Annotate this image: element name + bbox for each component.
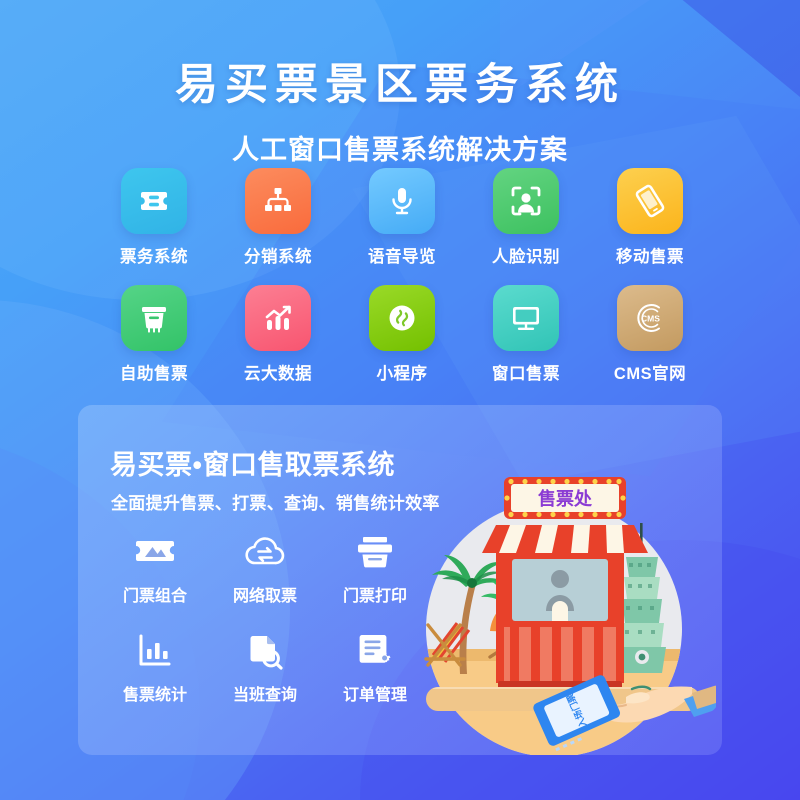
feature-item-window-ticketing[interactable]: 窗口售票: [464, 285, 588, 384]
card-item-sales-statistics[interactable]: 售票统计: [100, 628, 210, 705]
kiosk-icon-tile[interactable]: [121, 285, 187, 351]
page-subtitle: 人工窗口售票系统解决方案: [232, 135, 568, 165]
page-title: 易买票景区票务系统: [175, 61, 625, 109]
cms-logo-icon: CMS: [637, 304, 660, 332]
feature-item-distribution-system[interactable]: 分销系统: [216, 168, 340, 267]
kiosk-icon: [142, 307, 166, 333]
mini-program-icon-tile[interactable]: [369, 285, 435, 351]
feature-label: CMS官网: [613, 365, 687, 383]
monitor-icon: [513, 307, 539, 330]
card-item-online-pickup[interactable]: 网络取票: [210, 529, 320, 606]
feature-label: 云大数据: [244, 365, 312, 383]
ticket-booth-illustration: 售票处 入场门票: [424, 477, 716, 755]
bar-chart-icon-wrap: [100, 628, 210, 674]
bar-chart-up-icon: [265, 305, 291, 330]
mini-program-icon: [389, 305, 415, 331]
card-feature-grid: 门票组合 网络取票 门票打印 售票统计 当班查询 订单管理: [100, 529, 430, 705]
feature-item-ticket-system[interactable]: 票务系统: [92, 168, 216, 267]
cloud-exchange-icon: [245, 537, 285, 565]
card-item-shift-query[interactable]: 当班查询: [210, 628, 320, 705]
card-item-label: 当班查询: [232, 687, 297, 704]
feature-item-mobile-ticketing[interactable]: 移动售票: [588, 168, 712, 267]
feature-label: 移动售票: [616, 248, 684, 266]
microphone-icon: [392, 188, 412, 215]
feature-label: 分销系统: [244, 248, 312, 266]
svg-text:CMS: CMS: [641, 313, 660, 323]
card-item-label: 售票统计: [122, 687, 187, 704]
cloud-exchange-icon-wrap: [210, 529, 320, 575]
feature-label: 小程序: [376, 365, 428, 383]
bar-chart-icon: [139, 634, 171, 666]
org-chart-icon: [265, 188, 291, 211]
bar-chart-up-icon-tile[interactable]: [245, 285, 311, 351]
card-item-ticket-combo[interactable]: 门票组合: [100, 529, 210, 606]
card-heading: 易买票•窗口售取票系统: [110, 450, 395, 480]
mobile-phone-icon-tile[interactable]: [617, 168, 683, 234]
feature-label: 窗口售票: [492, 365, 560, 383]
ticket-combo-icon: [136, 541, 174, 561]
feature-item-cms-website[interactable]: CMS CMS官网: [588, 285, 712, 384]
card-item-label: 门票组合: [122, 588, 187, 605]
feature-label: 自助售票: [120, 365, 188, 383]
feature-label: 语音导览: [368, 248, 436, 266]
mobile-phone-icon: [635, 184, 665, 218]
document-search-icon-wrap: [210, 628, 320, 674]
face-scan-icon-tile[interactable]: [493, 168, 559, 234]
monitor-icon-tile[interactable]: [493, 285, 559, 351]
feature-item-self-service-ticketing[interactable]: 自助售票: [92, 285, 216, 384]
ticket-icon-tile[interactable]: [121, 168, 187, 234]
card-item-label: 网络取票: [232, 588, 297, 605]
feature-item-face-recognition[interactable]: 人脸识别: [464, 168, 588, 267]
feature-grid: 票务系统 分销系统 语音导览 人脸识别 移动售票 自助售票 云大数据 小程序 窗…: [92, 168, 712, 384]
feature-label: 人脸识别: [492, 248, 560, 266]
microphone-icon-tile[interactable]: [369, 168, 435, 234]
cms-logo-icon-tile[interactable]: CMS: [617, 285, 683, 351]
feature-item-cloud-big-data[interactable]: 云大数据: [216, 285, 340, 384]
poster-root: 易买票景区票务系统 人工窗口售票系统解决方案 票务系统 分销系统 语音导览 人脸…: [0, 0, 800, 800]
feature-item-mini-program[interactable]: 小程序: [340, 285, 464, 384]
poster-header: 易买票景区票务系统 人工窗口售票系统解决方案: [0, 0, 800, 167]
ticket-icon: [141, 192, 167, 210]
feature-item-voice-guide[interactable]: 语音导览: [340, 168, 464, 267]
feature-label: 票务系统: [120, 248, 188, 266]
ticket-combo-icon-wrap: [100, 529, 210, 575]
face-scan-icon: [511, 186, 541, 216]
ticket-booth-shape: 售票处: [482, 477, 648, 691]
document-search-icon: [250, 636, 283, 670]
booth-sign-text: 售票处: [538, 488, 593, 509]
org-chart-icon-tile[interactable]: [245, 168, 311, 234]
window-ticketing-card: 易买票•窗口售取票系统 全面提升售票、打票、查询、销售统计效率 门票组合 网络取…: [78, 405, 722, 755]
